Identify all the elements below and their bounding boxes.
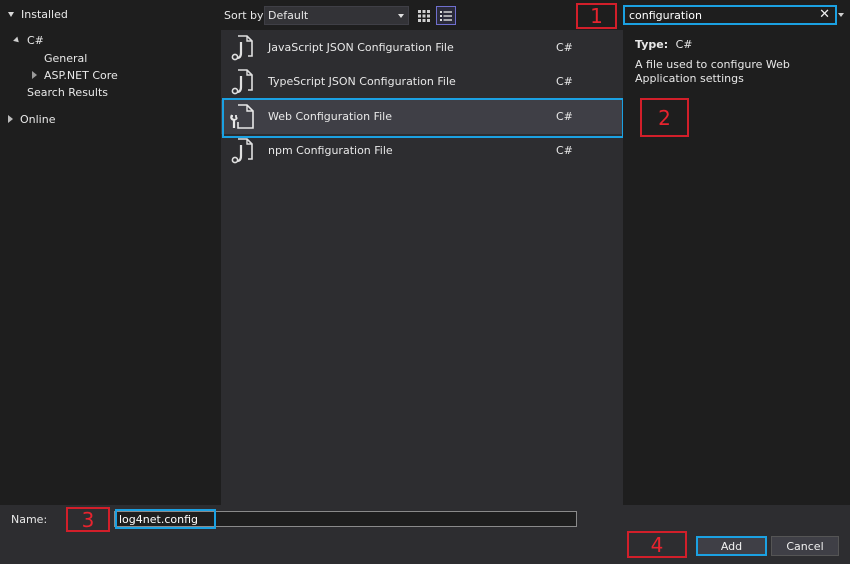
search-box[interactable]: ✕ (623, 5, 837, 25)
template-language: C# (556, 144, 573, 157)
template-name: Web Configuration File (268, 110, 392, 123)
config-file-icon (230, 104, 254, 129)
expanded-arrow-icon (8, 11, 14, 17)
sort-by-label: Sort by: (224, 9, 267, 22)
tree-item-search-results[interactable]: Search Results (27, 84, 108, 100)
search-input[interactable] (629, 8, 809, 22)
sort-by-value: Default (268, 9, 309, 22)
chevron-down-icon (398, 14, 404, 18)
name-label: Name: (11, 513, 48, 526)
template-description: A file used to configure Web Application… (635, 58, 790, 85)
callout-2: 2 (640, 98, 689, 137)
add-button[interactable]: Add (696, 536, 767, 556)
json-file-icon (231, 69, 253, 95)
tree-item-installed[interactable]: Installed (8, 6, 68, 22)
template-tree: Installed C# General ASP.NET Core Search… (0, 0, 221, 505)
collapsed-arrow-icon (8, 115, 13, 123)
tree-item-aspnet-core[interactable]: ASP.NET Core (32, 67, 118, 83)
close-icon[interactable]: ✕ (819, 8, 830, 22)
template-language: C# (556, 110, 573, 123)
tree-item-general[interactable]: General (44, 50, 87, 66)
type-row: Type: C# (635, 38, 693, 51)
list-item-selected[interactable]: Web Configuration File C# (221, 100, 623, 134)
name-input[interactable] (115, 512, 576, 526)
grid-view-icon (418, 9, 430, 22)
list-view-icon (440, 10, 452, 21)
template-name: npm Configuration File (268, 144, 393, 157)
callout-4: 4 (627, 531, 687, 558)
type-value: C# (675, 38, 693, 51)
template-name: JavaScript JSON Configuration File (268, 41, 454, 54)
list-view-button[interactable] (436, 6, 456, 25)
template-language: C# (556, 75, 573, 88)
type-label: Type: (635, 38, 669, 51)
tree-item-online[interactable]: Online (8, 111, 55, 127)
list-item[interactable]: npm Configuration File C# (221, 134, 623, 168)
tree-item-csharp[interactable]: C# (13, 32, 44, 48)
expanded-arrow-icon (13, 36, 21, 44)
template-language: C# (556, 41, 573, 54)
callout-3: 3 (66, 507, 110, 532)
sort-by-dropdown[interactable]: Default (264, 6, 409, 25)
callout-1: 1 (576, 3, 617, 29)
grid-view-button[interactable] (414, 6, 434, 25)
collapsed-arrow-icon (32, 71, 37, 79)
json-file-icon (231, 138, 253, 164)
list-item[interactable]: JavaScript JSON Configuration File C# (221, 31, 623, 65)
template-list: JavaScript JSON Configuration File C# Ty… (221, 30, 623, 505)
cancel-button[interactable]: Cancel (771, 536, 839, 556)
template-name: TypeScript JSON Configuration File (268, 75, 456, 88)
name-field[interactable] (114, 511, 577, 527)
search-options-chevron-icon[interactable] (838, 13, 844, 17)
list-item[interactable]: TypeScript JSON Configuration File C# (221, 65, 623, 99)
json-file-icon (231, 35, 253, 61)
